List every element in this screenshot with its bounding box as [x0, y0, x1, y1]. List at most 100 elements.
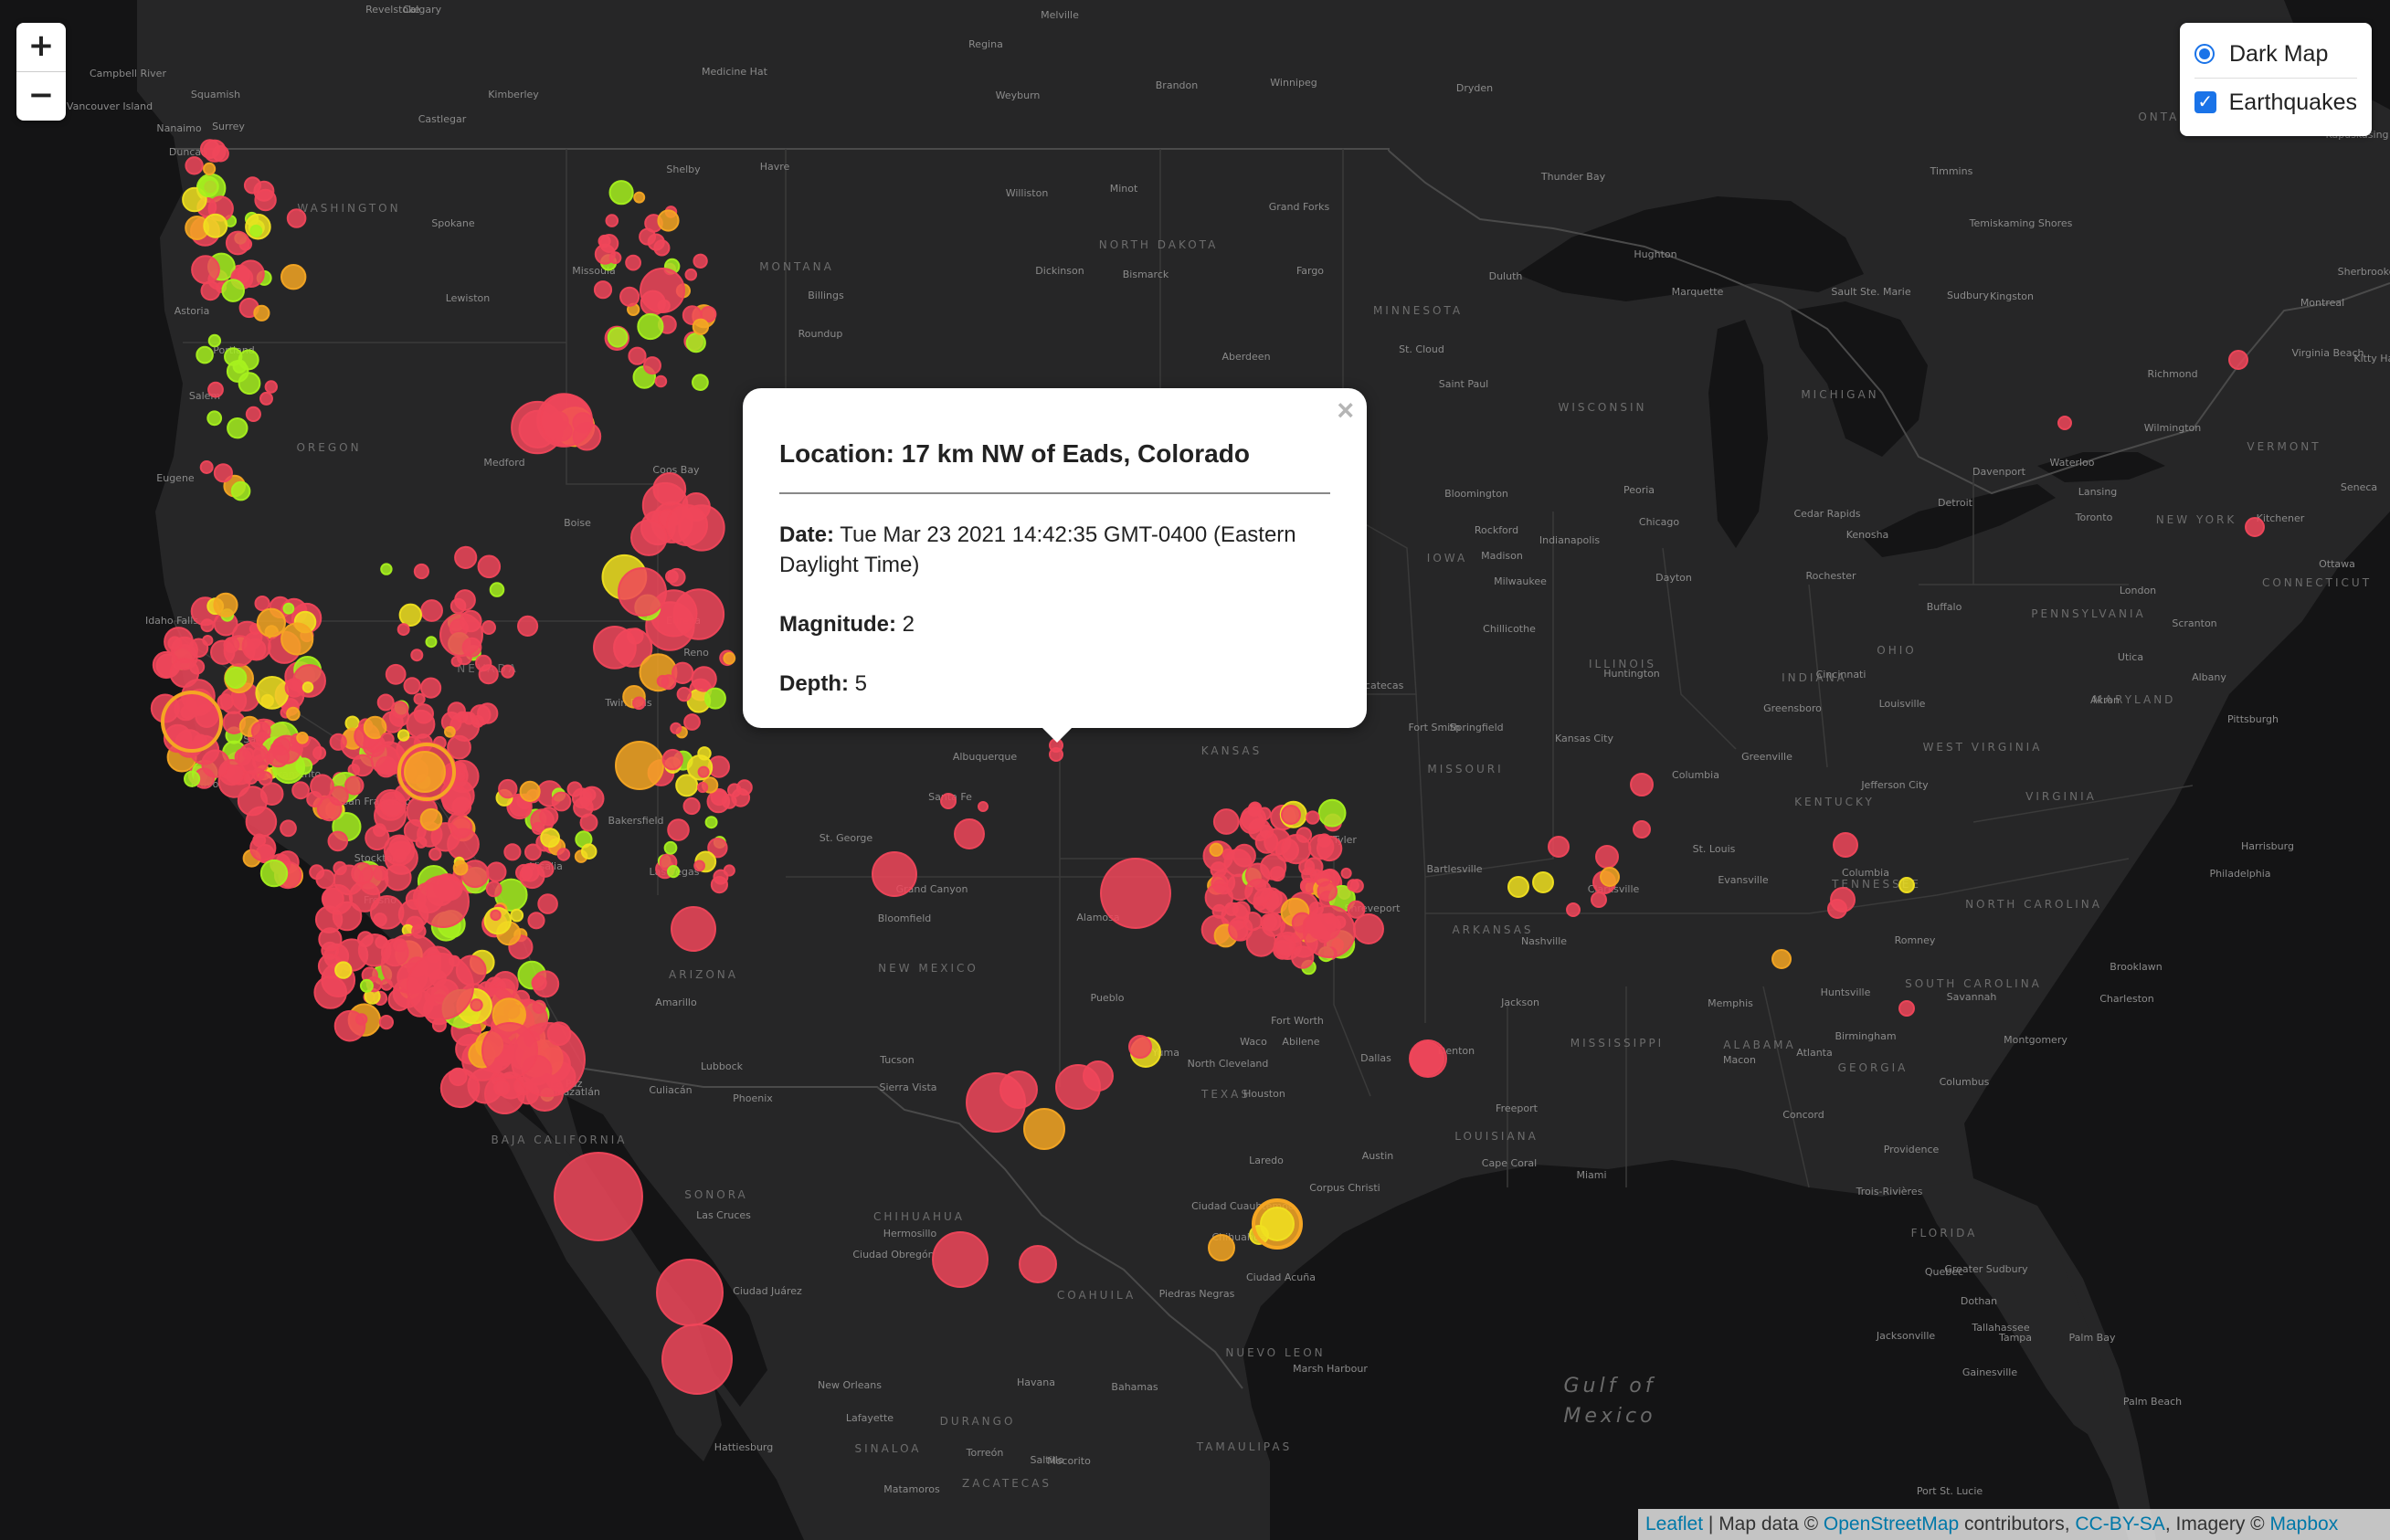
earthquake-marker[interactable]: [527, 912, 545, 930]
earthquake-marker[interactable]: [1308, 834, 1335, 860]
earthquake-marker[interactable]: [1100, 858, 1171, 929]
earthquake-marker[interactable]: [1281, 805, 1301, 825]
layer-option-earthquakes[interactable]: ✓ Earthquakes: [2194, 84, 2357, 121]
mapbox-link[interactable]: Mapbox: [2269, 1514, 2338, 1535]
earthquake-marker[interactable]: [207, 381, 224, 398]
earthquake-marker[interactable]: [1019, 1245, 1057, 1283]
earthquake-marker[interactable]: [519, 780, 541, 803]
earthquake-marker[interactable]: [978, 801, 989, 812]
earthquake-marker[interactable]: [203, 213, 228, 238]
earthquake-marker[interactable]: [684, 268, 698, 281]
earthquake-marker[interactable]: [351, 754, 375, 777]
earthquake-marker[interactable]: [671, 906, 716, 952]
earthquake-marker[interactable]: [682, 796, 701, 816]
earthquake-marker[interactable]: [407, 953, 474, 1020]
earthquake-marker[interactable]: [397, 623, 410, 637]
earthquake-marker[interactable]: [230, 480, 251, 501]
earthquake-marker[interactable]: [489, 582, 505, 597]
earthquake-marker[interactable]: [225, 230, 250, 256]
earthquake-marker[interactable]: [1023, 1108, 1065, 1150]
earthquake-marker[interactable]: [1566, 902, 1581, 917]
earthquake-marker[interactable]: [517, 615, 539, 638]
popup-close-button[interactable]: ×: [1337, 394, 1354, 427]
earthquake-marker[interactable]: [727, 783, 742, 798]
earthquake-marker[interactable]: [1212, 808, 1240, 835]
earthquake-marker[interactable]: [328, 786, 349, 807]
earthquake-marker[interactable]: [454, 589, 476, 611]
earthquake-marker[interactable]: [390, 701, 409, 719]
earthquake-marker[interactable]: [1600, 867, 1620, 887]
earthquake-marker[interactable]: [1340, 867, 1352, 880]
earthquake-marker[interactable]: [419, 807, 443, 831]
earthquake-marker[interactable]: [571, 787, 593, 809]
earthquake-marker[interactable]: [2245, 517, 2265, 537]
earthquake-marker[interactable]: [444, 725, 456, 738]
earthquake-marker[interactable]: [710, 876, 729, 894]
earthquake-marker[interactable]: [329, 733, 347, 751]
earthquake-marker[interactable]: [1532, 871, 1554, 893]
license-link[interactable]: CC-BY-SA: [2075, 1514, 2164, 1535]
earthquake-marker[interactable]: [656, 1259, 724, 1326]
earthquake-marker[interactable]: [221, 279, 245, 302]
earthquake-marker[interactable]: [306, 791, 323, 807]
earthquake-marker[interactable]: [539, 807, 559, 827]
earthquake-marker[interactable]: [672, 661, 694, 684]
earthquake-marker[interactable]: [630, 519, 668, 556]
earthquake-marker[interactable]: [447, 701, 466, 721]
earthquake-marker[interactable]: [420, 599, 444, 622]
earthquake-marker[interactable]: [723, 864, 735, 877]
earthquake-marker[interactable]: [369, 895, 405, 930]
earthquake-marker[interactable]: [1244, 878, 1273, 906]
earthquake-marker[interactable]: [225, 666, 248, 690]
radio-selected-icon[interactable]: [2194, 44, 2215, 64]
earthquake-marker[interactable]: [501, 664, 515, 679]
earthquake-marker[interactable]: [327, 830, 349, 852]
earthquake-marker[interactable]: [618, 567, 667, 617]
earthquake-marker[interactable]: [654, 374, 668, 388]
earthquake-marker[interactable]: [703, 687, 726, 710]
earthquake-marker[interactable]: [608, 251, 622, 265]
earthquake-marker[interactable]: [580, 843, 598, 860]
earthquake-marker[interactable]: [259, 391, 273, 406]
earthquake-marker[interactable]: [615, 741, 664, 790]
checkbox-checked-icon[interactable]: ✓: [2194, 91, 2216, 113]
earthquake-marker[interactable]: [1211, 903, 1227, 919]
earthquake-marker[interactable]: [217, 693, 234, 711]
earthquake-marker[interactable]: [532, 970, 560, 998]
earthquake-marker[interactable]: [481, 620, 496, 635]
earthquake-marker[interactable]: [256, 607, 286, 638]
earthquake-marker[interactable]: [697, 765, 710, 778]
earthquake-marker[interactable]: [537, 893, 558, 914]
earthquake-marker[interactable]: [593, 626, 637, 670]
earthquake-marker[interactable]: [653, 239, 671, 257]
earthquake-marker[interactable]: [449, 816, 473, 839]
earthquake-marker[interactable]: [259, 859, 289, 888]
earthquake-marker[interactable]: [284, 678, 304, 698]
earthquake-marker[interactable]: [666, 504, 708, 546]
earthquake-marker[interactable]: [667, 818, 690, 841]
earthquake-marker[interactable]: [373, 823, 386, 838]
earthquake-marker[interactable]: [697, 781, 709, 794]
earthquake-marker[interactable]: [202, 635, 214, 647]
earthquake-marker[interactable]: [551, 791, 572, 812]
earthquake-marker[interactable]: [1243, 912, 1263, 932]
layer-option-dark-map[interactable]: Dark Map: [2194, 36, 2357, 72]
earthquake-marker[interactable]: [280, 622, 314, 656]
earthquake-marker[interactable]: [554, 1152, 643, 1241]
earthquake-marker[interactable]: [454, 545, 478, 570]
earthquake-marker[interactable]: [1898, 877, 1915, 893]
earthquake-marker[interactable]: [243, 176, 262, 195]
earthquake-marker[interactable]: [237, 742, 270, 775]
earthquake-marker[interactable]: [312, 745, 327, 760]
earthquake-marker[interactable]: [282, 602, 295, 615]
earthquake-marker[interactable]: [652, 472, 687, 506]
earthquake-marker[interactable]: [640, 268, 685, 313]
earthquake-marker[interactable]: [384, 863, 412, 891]
earthquake-marker[interactable]: [605, 214, 619, 227]
earthquake-marker[interactable]: [413, 692, 426, 705]
earthquake-marker[interactable]: [301, 681, 314, 693]
earthquake-marker[interactable]: [607, 327, 629, 348]
earthquake-marker[interactable]: [295, 757, 313, 775]
earthquake-marker[interactable]: [657, 209, 680, 232]
earthquake-marker[interactable]: [1507, 876, 1529, 898]
